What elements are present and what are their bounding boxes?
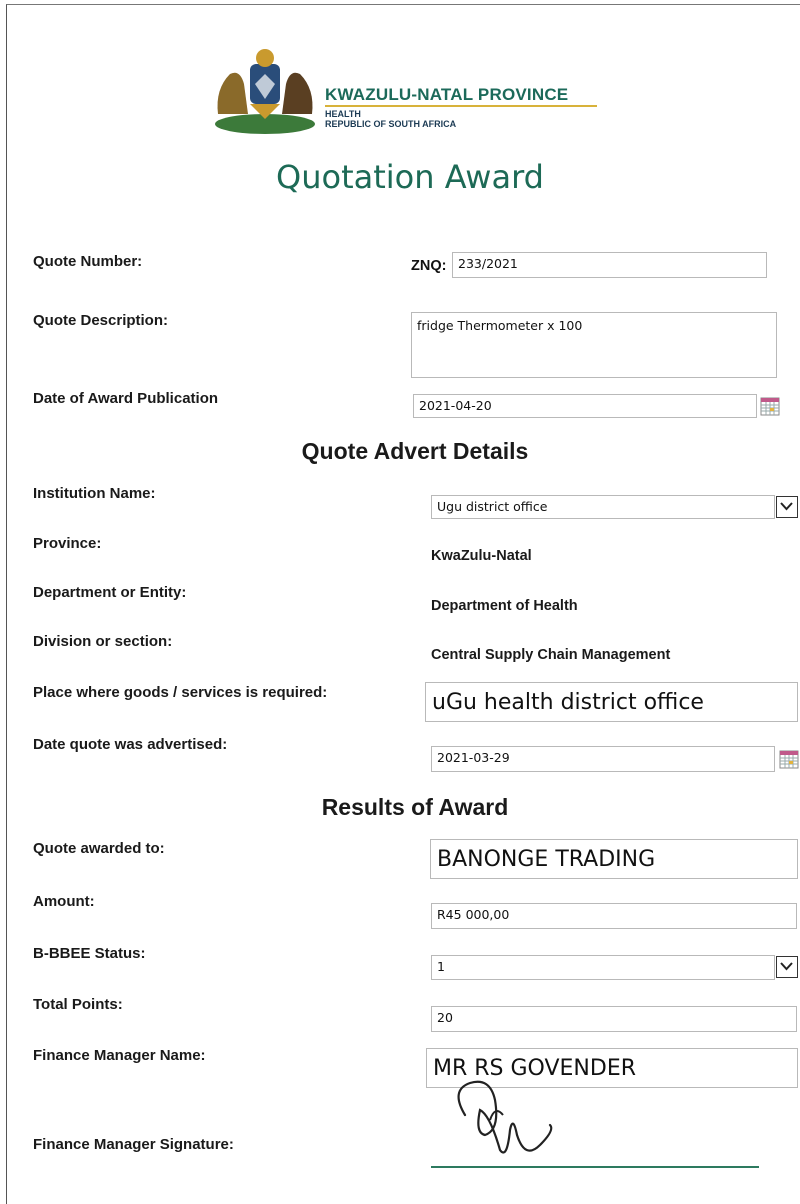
coat-of-arms-logo xyxy=(210,44,320,136)
division-value: Central Supply Chain Management xyxy=(431,647,671,663)
advert-details-heading: Quote Advert Details xyxy=(301,438,529,464)
bbbee-label: B-BBEE Status: xyxy=(33,945,146,962)
publication-date-field[interactable]: 2021-04-20 xyxy=(413,394,757,418)
header-rule xyxy=(325,105,597,107)
quote-number-field[interactable]: 233/2021 xyxy=(452,252,767,278)
publication-date-label: Date of Award Publication xyxy=(33,390,219,407)
amount-field[interactable]: R45 000,00 xyxy=(431,903,797,929)
total-points-field[interactable]: 20 xyxy=(431,1006,797,1032)
province-label: Province: xyxy=(33,535,102,552)
bbbee-select[interactable]: 1 xyxy=(431,955,775,980)
division-label: Division or section: xyxy=(33,633,173,650)
province-value: KwaZulu-Natal xyxy=(431,548,532,564)
finance-manager-label: Finance Manager Name: xyxy=(33,1047,206,1064)
dept-line-health: HEALTH xyxy=(325,109,361,119)
awarded-to-label: Quote awarded to: xyxy=(33,840,165,857)
department-value: Department of Health xyxy=(431,598,578,614)
department-lines: HEALTH REPUBLIC OF SOUTH AFRICA xyxy=(325,109,456,129)
department-label: Department or Entity: xyxy=(33,584,187,601)
quote-description-field[interactable]: fridge Thermometer x 100 xyxy=(411,312,777,378)
quote-number-label: Quote Number: xyxy=(33,253,143,270)
results-heading: Results of Award xyxy=(321,794,509,820)
quote-number-prefix: ZNQ: xyxy=(411,258,447,274)
advertised-date-field[interactable]: 2021-03-29 xyxy=(431,746,775,772)
amount-label: Amount: xyxy=(33,893,95,910)
calendar-icon[interactable] xyxy=(760,396,780,416)
bbbee-dropdown-button[interactable] xyxy=(776,956,798,978)
awarded-to-field[interactable]: BANONGE TRADING xyxy=(430,839,798,879)
place-label: Place where goods / services is required… xyxy=(33,684,328,701)
institution-label: Institution Name: xyxy=(33,485,156,502)
institution-dropdown-button[interactable] xyxy=(776,496,798,518)
signature-label: Finance Manager Signature: xyxy=(33,1136,234,1153)
place-field[interactable]: uGu health district office xyxy=(425,682,798,722)
quote-description-label: Quote Description: xyxy=(33,312,169,329)
institution-select[interactable]: Ugu district office xyxy=(431,495,775,519)
calendar-icon[interactable] xyxy=(779,749,799,769)
signature-mark xyxy=(445,1075,565,1165)
chevron-down-icon xyxy=(780,962,793,971)
page-title: Quotation Award xyxy=(276,158,544,196)
advertised-date-label: Date quote was advertised: xyxy=(33,736,228,753)
dept-line-country: REPUBLIC OF SOUTH AFRICA xyxy=(325,119,457,129)
total-points-label: Total Points: xyxy=(33,996,123,1013)
signature-line xyxy=(431,1166,759,1168)
province-name: KWAZULU-NATAL PROVINCE xyxy=(325,85,569,104)
chevron-down-icon xyxy=(780,502,793,511)
